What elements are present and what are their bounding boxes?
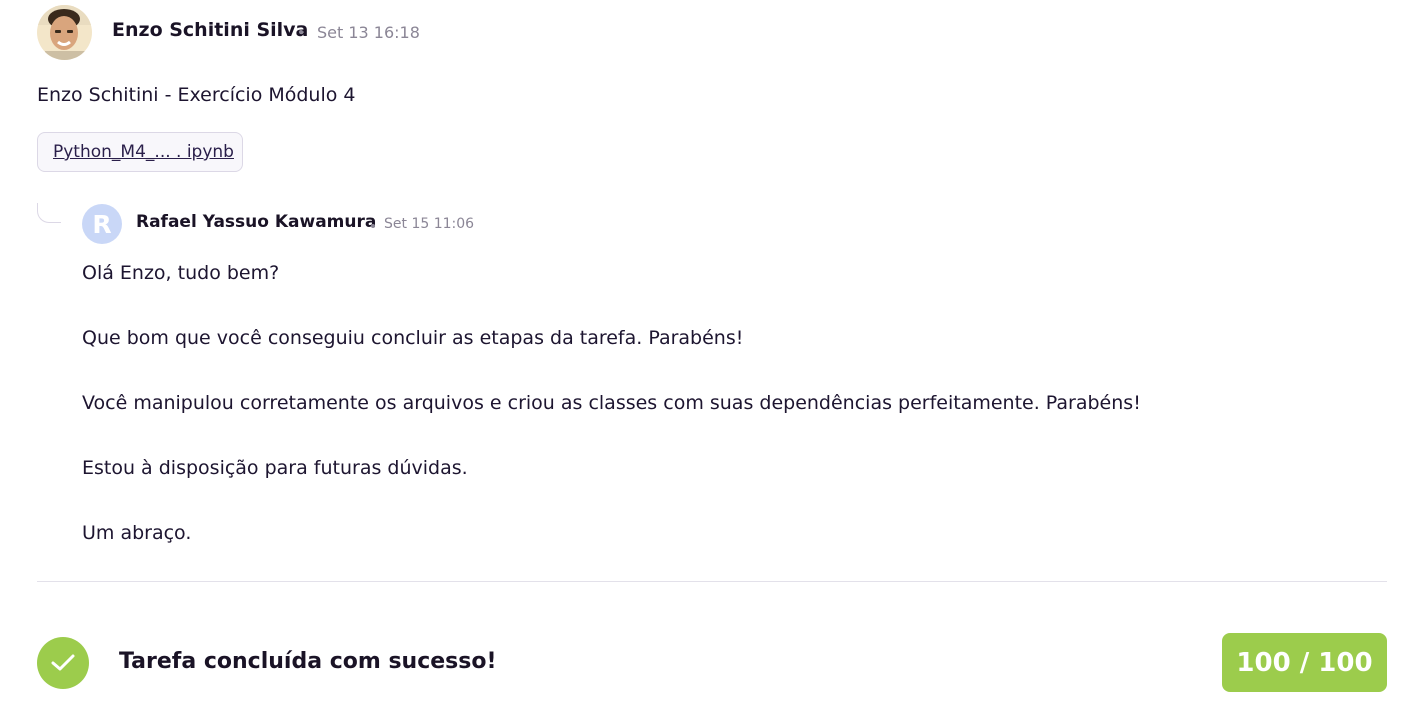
- meta-separator-dot: [371, 224, 375, 228]
- post-body-text: Enzo Schitini - Exercício Módulo 4: [37, 84, 356, 106]
- section-divider: [37, 581, 1387, 582]
- score-badge: 100 / 100: [1222, 633, 1387, 692]
- reply-paragraph: Um abraço.: [82, 522, 192, 544]
- check-icon-glyph: [51, 654, 75, 671]
- check-icon: [37, 637, 89, 689]
- author-avatar[interactable]: [37, 5, 92, 60]
- post-author-name: Enzo Schitini Silva: [112, 19, 309, 41]
- attachment-link[interactable]: Python_M4_... . ipynb: [53, 142, 234, 162]
- meta-separator-dot: [299, 30, 303, 34]
- reply-author-avatar[interactable]: R: [82, 204, 122, 244]
- reply-date: Set 15 11:06: [384, 216, 475, 232]
- status-message: Tarefa concluída com sucesso!: [119, 649, 497, 674]
- task-feedback-page: Enzo Schitini Silva Set 13 16:18 Enzo Sc…: [0, 0, 1412, 716]
- reply-author-name: Rafael Yassuo Kawamura: [136, 212, 377, 232]
- reply-paragraph: Estou à disposição para futuras dúvidas.: [82, 457, 468, 479]
- reply-paragraph: Olá Enzo, tudo bem?: [82, 262, 280, 284]
- author-avatar-image: [37, 5, 92, 60]
- reply-paragraph: Que bom que você conseguiu concluir as e…: [82, 327, 744, 349]
- reply-avatar-initial: R: [92, 209, 112, 239]
- reply-paragraph: Você manipulou corretamente os arquivos …: [82, 392, 1141, 414]
- reply-thread-connector: [37, 203, 61, 223]
- post-date: Set 13 16:18: [317, 23, 420, 42]
- attachment-chip[interactable]: Python_M4_... . ipynb: [37, 132, 243, 172]
